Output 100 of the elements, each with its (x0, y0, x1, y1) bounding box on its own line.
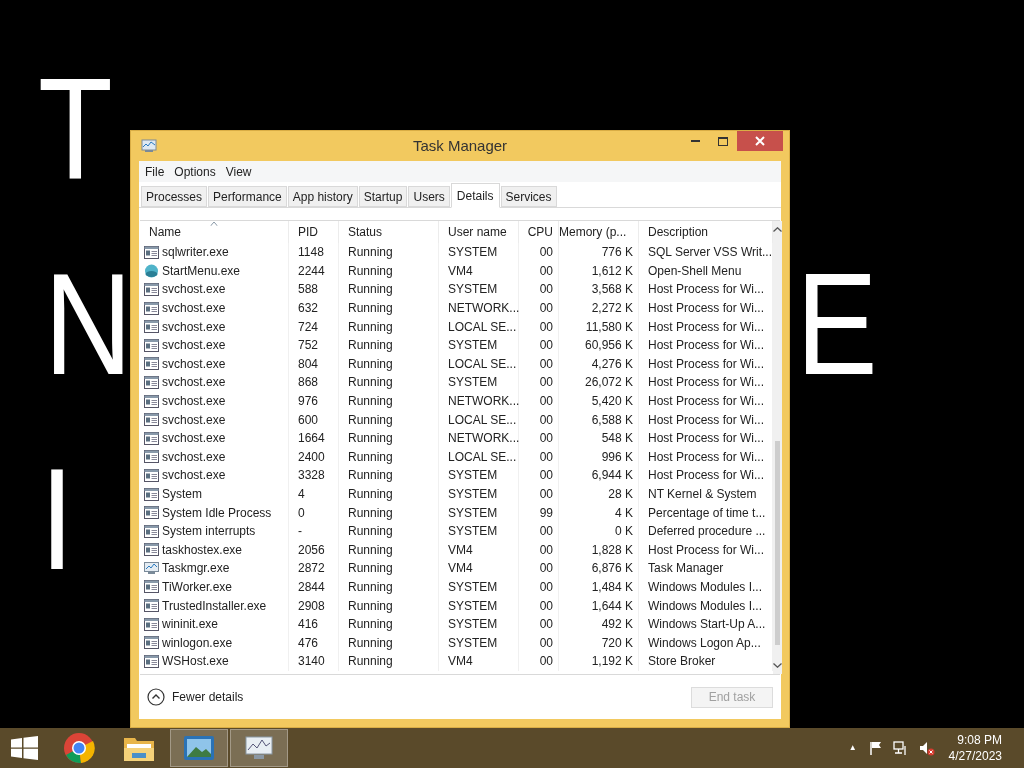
globe-icon (144, 263, 159, 278)
table-cell: 804 (289, 354, 339, 374)
table-cell: SYSTEM (439, 466, 519, 485)
table-cell: Running (339, 577, 439, 597)
speaker-muted-icon[interactable] (918, 740, 935, 756)
show-hidden-icons-button[interactable]: ▲ (848, 742, 857, 754)
table-cell: Running (339, 652, 439, 671)
table-cell: 752 (289, 335, 339, 355)
window-icon (144, 375, 159, 389)
table-cell-text: svchost.exe (162, 374, 226, 392)
table-cell: VM4 (439, 540, 519, 560)
tab[interactable]: Performance (208, 186, 287, 207)
table-cell-text: StartMenu.exe (162, 262, 241, 280)
table-cell-text: WSHost.exe (162, 653, 229, 671)
column-header[interactable]: CPU (519, 221, 559, 243)
table-cell: Running (339, 243, 439, 262)
table-cell: 724 (289, 317, 339, 336)
table-cell: SYSTEM (439, 521, 519, 541)
table-cell: SYSTEM (439, 614, 519, 634)
tab[interactable]: Processes (141, 186, 208, 207)
column-header[interactable]: Name (140, 221, 289, 243)
table-cell: 476 (289, 633, 339, 653)
table-cell-text: svchost.exe (162, 355, 226, 373)
flag-icon[interactable] (868, 741, 883, 755)
window-icon (144, 580, 159, 594)
close-button[interactable] (737, 131, 783, 151)
table-cell-text: System (162, 486, 202, 503)
table-cell: Running (339, 335, 439, 355)
table-cell-text: winlogon.exe (162, 634, 233, 652)
table-cell: 2400 (289, 447, 339, 467)
menu-item[interactable]: Options (170, 162, 220, 181)
column-header[interactable]: PID (289, 221, 339, 243)
table-cell: 6,588 K (559, 410, 639, 429)
table-cell: NETWORK... (439, 298, 519, 318)
table-cell-text: TrustedInstaller.exe (162, 597, 267, 615)
table-cell: 00 (519, 428, 559, 448)
table-cell-text: svchost.exe (162, 467, 226, 485)
tab[interactable]: Details (450, 183, 500, 208)
menu-item[interactable]: View (221, 162, 256, 181)
table-cell-text: svchost.exe (162, 318, 226, 336)
table-cell: 00 (519, 373, 559, 392)
table-cell: Running (339, 614, 439, 634)
fewer-details-toggle[interactable]: Fewer details (147, 688, 244, 706)
table-cell-text: svchost.exe (162, 448, 226, 466)
table-cell: 492 K (559, 614, 639, 634)
table-cell: SYSTEM (439, 243, 519, 262)
table-cell-text: svchost.exe (162, 281, 226, 299)
tab[interactable]: App history (287, 186, 358, 207)
table-cell-text: svchost.exe (162, 411, 226, 429)
table-cell: 1148 (289, 243, 339, 262)
scroll-down-icon[interactable] (773, 663, 783, 668)
table-cell: Running (339, 280, 439, 299)
tab[interactable]: Users (408, 186, 450, 207)
table-cell: 868 (289, 373, 339, 392)
table-cell: 1,484 K (559, 577, 639, 597)
table-cell: 2908 (289, 596, 339, 615)
table-cell: 28 K (559, 484, 639, 504)
table-cell: 00 (519, 652, 559, 671)
table-cell: 11,580 K (559, 317, 639, 336)
table-cell: 26,072 K (559, 373, 639, 392)
table-cell: SYSTEM (439, 280, 519, 299)
table-cell: 1,192 K (559, 652, 639, 671)
column-header[interactable]: Memory (p... (559, 221, 639, 243)
close-icon (755, 136, 765, 146)
column-header[interactable]: User name (439, 221, 519, 243)
clock-time[interactable]: 9:08 PM (957, 732, 1002, 748)
window-icon (144, 431, 159, 445)
table-cell: - (289, 521, 339, 541)
chevron-up-circle-icon (147, 688, 165, 706)
table-cell: 00 (519, 577, 559, 597)
table-cell: 996 K (559, 447, 639, 467)
table-cell: SYSTEM (439, 577, 519, 597)
table-cell: VM4 (439, 559, 519, 578)
table-cell: Running (339, 428, 439, 448)
tab[interactable]: Startup (358, 186, 408, 207)
table-cell-text: svchost.exe (162, 337, 226, 355)
table-cell: 00 (519, 540, 559, 560)
window-icon (144, 506, 159, 520)
table-cell: Running (339, 354, 439, 374)
window-icon (144, 468, 159, 482)
window-icon (144, 599, 159, 613)
column-header[interactable]: Status (339, 221, 439, 243)
table-cell: 00 (519, 280, 559, 299)
network-icon[interactable] (892, 740, 909, 756)
table-cell: 720 K (559, 633, 639, 653)
table-cell: 00 (519, 261, 559, 281)
table-cell: 00 (519, 447, 559, 467)
table-cell: 3328 (289, 466, 339, 485)
tab[interactable]: Services (500, 186, 557, 207)
scrollbar[interactable] (773, 221, 783, 674)
clock-date[interactable]: 4/27/2023 (948, 748, 1002, 764)
table-cell-text: System Idle Process (162, 504, 272, 522)
window-icon (144, 320, 159, 334)
table-cell: 60,956 K (559, 335, 639, 355)
table-cell: 3140 (289, 652, 339, 671)
taskbar-button[interactable] (230, 729, 288, 767)
table-cell-text: taskhostex.exe (162, 541, 243, 559)
menu-item[interactable]: File (141, 162, 169, 181)
scroll-up-icon[interactable] (773, 227, 783, 232)
table-cell: LOCAL SE... (439, 447, 519, 467)
